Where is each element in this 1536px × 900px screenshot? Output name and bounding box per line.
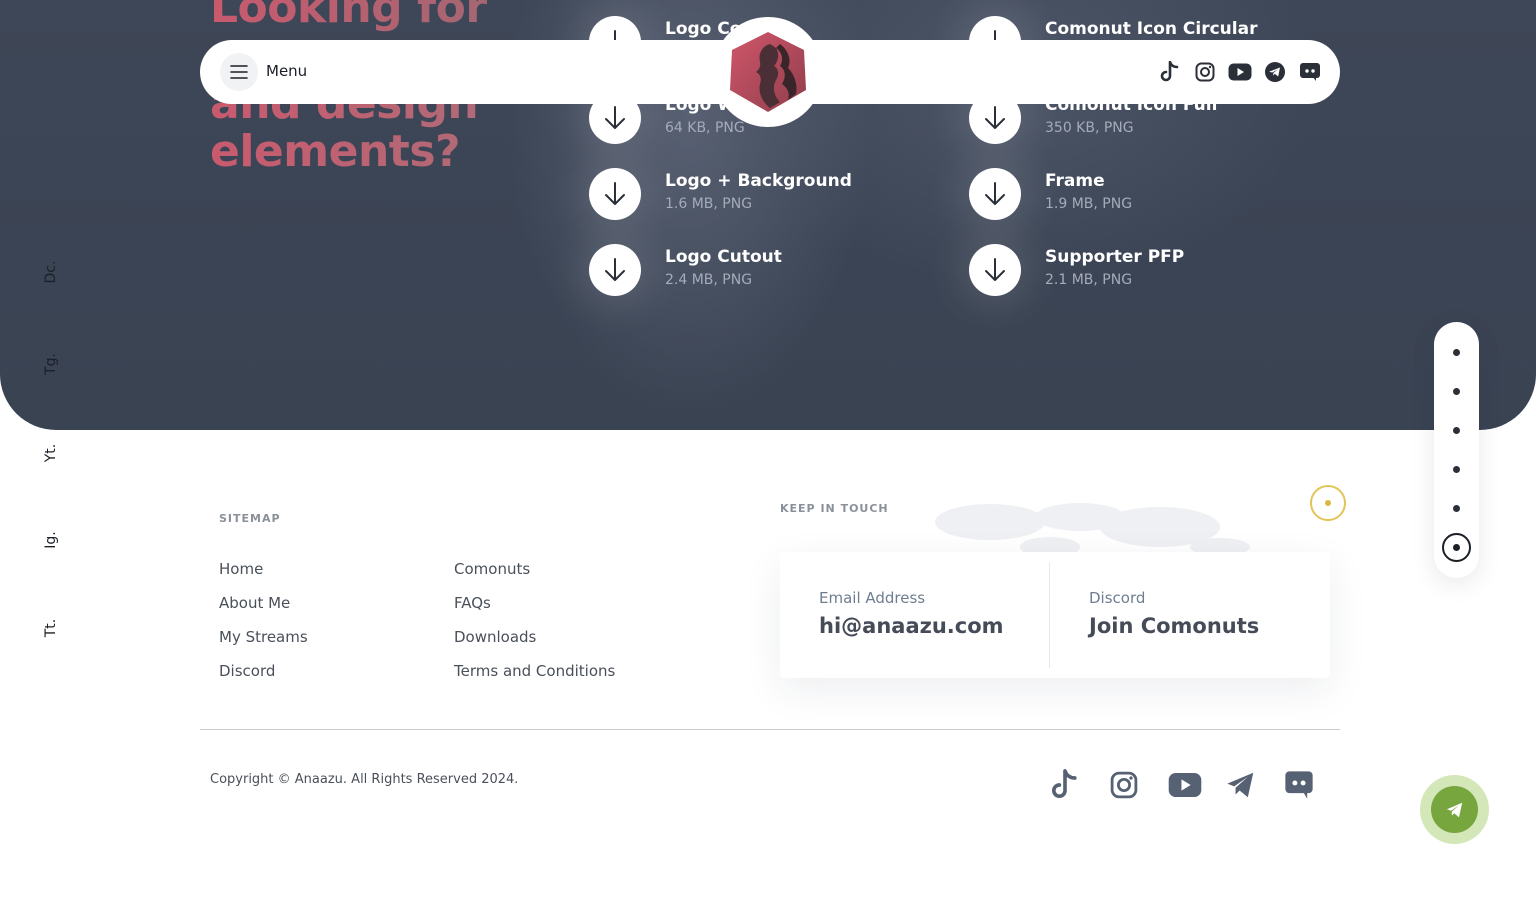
brand-logo-mark	[730, 32, 806, 112]
download-meta: 64 KB, PNG	[665, 120, 745, 136]
download-button[interactable]	[589, 168, 641, 220]
navbar-social-links	[1158, 60, 1322, 84]
download-name: Supporter PFP	[1045, 247, 1185, 267]
instagram-icon[interactable]	[1193, 60, 1217, 84]
page: Looking for logos and design elements? L…	[0, 0, 1536, 900]
headline-line: elements?	[210, 128, 570, 176]
arrow-down-icon	[985, 258, 1005, 281]
telegram-icon[interactable]	[1224, 768, 1258, 802]
side-link-youtube[interactable]: Yt.	[43, 444, 59, 463]
keep-in-touch-heading: KEEP IN TOUCH	[780, 502, 889, 515]
pagination-dot-active[interactable]	[1442, 533, 1471, 562]
menu-label[interactable]: Menu	[266, 62, 307, 80]
download-item-supporter-pfp[interactable]: Supporter PFP 2.1 MB, PNG	[969, 244, 1309, 296]
arrow-down-icon	[605, 258, 625, 281]
download-item-frame[interactable]: Frame 1.9 MB, PNG	[969, 168, 1309, 220]
telegram-icon[interactable]	[1263, 60, 1287, 84]
download-name: Logo Cutout	[665, 247, 782, 267]
sitemap-heading: SITEMAP	[219, 512, 281, 525]
sitemap-link-terms[interactable]: Terms and Conditions	[454, 662, 615, 680]
download-meta: 350 KB, PNG	[1045, 120, 1134, 136]
tiktok-icon[interactable]	[1048, 768, 1082, 802]
menu-button[interactable]	[220, 53, 258, 91]
footer-divider	[200, 729, 1340, 730]
arrow-down-icon	[605, 106, 625, 129]
sitemap-link-about[interactable]: About Me	[219, 594, 290, 612]
download-button[interactable]	[969, 168, 1021, 220]
download-name: Comonut Icon Circular	[1045, 19, 1258, 39]
arrow-down-icon	[985, 182, 1005, 205]
pagination-dot[interactable]	[1453, 349, 1460, 356]
discord-icon[interactable]	[1298, 60, 1322, 84]
contact-card: Email Address hi@anaazu.com Discord Join…	[780, 552, 1330, 678]
discord-join-link[interactable]: Join Comonuts	[1089, 614, 1259, 638]
download-button[interactable]	[969, 244, 1021, 296]
sitemap-link-home[interactable]: Home	[219, 560, 263, 578]
sitemap-link-comonuts[interactable]: Comonuts	[454, 560, 530, 578]
side-link-discord[interactable]: Dc.	[43, 261, 59, 284]
section-pagination	[1434, 322, 1479, 578]
discord-icon[interactable]	[1282, 768, 1316, 802]
sitemap-link-downloads[interactable]: Downloads	[454, 628, 536, 646]
hamburger-icon	[230, 65, 248, 79]
pagination-dot[interactable]	[1453, 505, 1460, 512]
arrow-down-icon	[985, 106, 1005, 129]
side-link-tiktok[interactable]: Tt.	[43, 619, 59, 638]
arrow-down-icon	[605, 182, 625, 205]
pagination-dot[interactable]	[1453, 388, 1460, 395]
side-link-instagram[interactable]: Ig.	[43, 531, 59, 548]
telegram-floating-button[interactable]	[1431, 786, 1478, 833]
tiktok-icon[interactable]	[1158, 60, 1182, 84]
download-button[interactable]	[589, 244, 641, 296]
sitemap-link-faqs[interactable]: FAQs	[454, 594, 491, 612]
side-link-telegram[interactable]: Tg.	[43, 353, 59, 375]
copyright-text: Copyright © Anaazu. All Rights Reserved …	[210, 772, 519, 787]
sitemap-link-streams[interactable]: My Streams	[219, 628, 308, 646]
youtube-icon[interactable]	[1168, 768, 1202, 802]
download-meta: 1.6 MB, PNG	[665, 196, 753, 212]
download-name: Logo + Background	[665, 171, 852, 191]
email-link[interactable]: hi@anaazu.com	[819, 614, 1004, 638]
decorative-target-button[interactable]	[1310, 485, 1346, 521]
brand-logo[interactable]	[713, 17, 823, 127]
send-icon	[1446, 802, 1462, 817]
download-meta: 2.1 MB, PNG	[1045, 272, 1133, 288]
discord-label: Discord	[1089, 589, 1146, 607]
email-label: Email Address	[819, 589, 926, 607]
download-name: Frame	[1045, 171, 1105, 191]
card-divider	[1049, 562, 1050, 668]
headline-line: Looking for	[210, 0, 570, 32]
sitemap-link-discord[interactable]: Discord	[219, 662, 275, 680]
pagination-dot[interactable]	[1453, 427, 1460, 434]
download-meta: 1.9 MB, PNG	[1045, 196, 1133, 212]
youtube-icon[interactable]	[1228, 60, 1252, 84]
pagination-dot[interactable]	[1453, 466, 1460, 473]
instagram-icon[interactable]	[1107, 768, 1141, 802]
download-item-logo-cutout[interactable]: Logo Cutout 2.4 MB, PNG	[589, 244, 929, 296]
download-meta: 2.4 MB, PNG	[665, 272, 753, 288]
download-item-logo-background[interactable]: Logo + Background 1.6 MB, PNG	[589, 168, 929, 220]
